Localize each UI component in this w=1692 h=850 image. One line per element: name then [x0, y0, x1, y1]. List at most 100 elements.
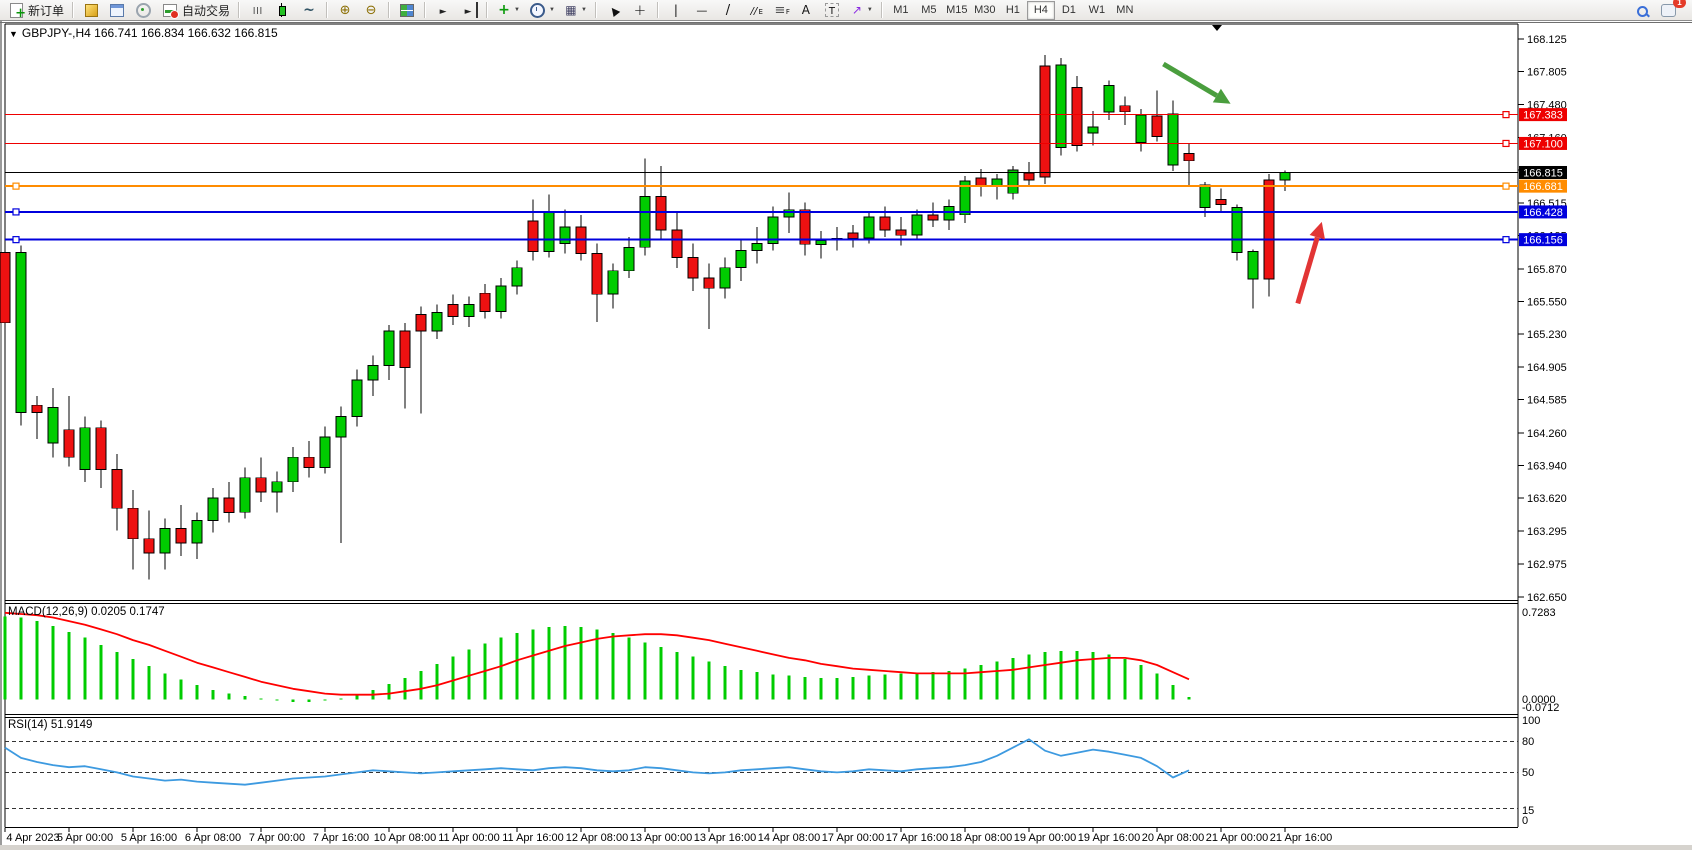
- grid-green-icon: [400, 4, 414, 17]
- svg-text:50: 50: [1522, 767, 1534, 779]
- data-window-button[interactable]: [105, 0, 129, 20]
- line-icon: [301, 2, 317, 18]
- svg-text:6 Apr 08:00: 6 Apr 08:00: [185, 832, 241, 844]
- svg-text:5 Apr 16:00: 5 Apr 16:00: [121, 832, 177, 844]
- svg-text:163.940: 163.940: [1527, 460, 1567, 472]
- line-chart-button[interactable]: [297, 0, 321, 20]
- notification-badge: 1: [1673, 0, 1686, 8]
- toolbar-separator: [72, 2, 74, 18]
- line-handle[interactable]: [13, 209, 19, 215]
- trendline-button[interactable]: [716, 0, 740, 20]
- line-handle[interactable]: [13, 237, 19, 243]
- cube-gold-icon: [85, 4, 98, 17]
- new-order-button[interactable]: 新订单: [5, 0, 67, 20]
- line-handle[interactable]: [1503, 140, 1509, 146]
- line-handle[interactable]: [1503, 183, 1509, 189]
- scroll-right-icon: [435, 2, 451, 18]
- bid-price-line[interactable]: 166.815: [5, 166, 1567, 180]
- fibonacci-icon: [772, 2, 788, 18]
- chevron-down-icon[interactable]: ▼: [867, 7, 873, 13]
- timeframe-m1-button[interactable]: M1: [887, 1, 915, 20]
- search-button[interactable]: [1630, 1, 1654, 21]
- symbol-dropdown-icon[interactable]: ▼: [9, 29, 18, 39]
- bar-chart-button[interactable]: [245, 0, 269, 20]
- macd-panel[interactable]: 0.72830.0000-0.0712: [4, 607, 1560, 714]
- chart-canvas[interactable]: 168.125167.805167.480167.160166.840166.5…: [0, 0, 1692, 850]
- arrows-button[interactable]: ▼: [846, 0, 876, 20]
- text-t-icon: [825, 3, 839, 17]
- svg-text:163.620: 163.620: [1527, 493, 1567, 505]
- time-axis[interactable]: 4 Apr 20235 Apr 00:005 Apr 16:006 Apr 08…: [5, 828, 1332, 845]
- svg-text:7 Apr 16:00: 7 Apr 16:00: [313, 832, 369, 844]
- svg-text:162.975: 162.975: [1527, 559, 1567, 571]
- rsi-indicator-label: RSI(14) 51.9149: [8, 719, 92, 731]
- chevron-down-icon[interactable]: ▼: [549, 7, 555, 13]
- auto-scroll-button[interactable]: [431, 0, 455, 20]
- timeframe-h4-button[interactable]: H4: [1027, 1, 1055, 20]
- timeframe-m15-button[interactable]: M15: [943, 1, 971, 20]
- svg-text:167.100: 167.100: [1523, 138, 1563, 150]
- crosshair-icon: [632, 2, 648, 18]
- svg-text:11 Apr 00:00: 11 Apr 00:00: [438, 832, 500, 844]
- svg-text:19 Apr 00:00: 19 Apr 00:00: [1014, 832, 1076, 844]
- timeframe-m5-button[interactable]: M5: [915, 1, 943, 20]
- autotrading-button[interactable]: 自动交易: [158, 0, 233, 20]
- horizontal-line-button[interactable]: [690, 0, 714, 20]
- svg-text:11 Apr 16:00: 11 Apr 16:00: [502, 832, 564, 844]
- timeframe-w1-button[interactable]: W1: [1083, 1, 1111, 20]
- vline-icon: [668, 2, 684, 18]
- window-blue-icon: [110, 4, 124, 17]
- line-handle[interactable]: [1503, 112, 1509, 118]
- support-line-166681[interactable]: 166.681: [5, 180, 1567, 194]
- templates-button[interactable]: ▼: [560, 0, 590, 20]
- toolbar-separator: [881, 2, 883, 18]
- svg-text:0.7283: 0.7283: [1522, 607, 1556, 619]
- rsi-line: [5, 739, 1189, 784]
- crosshair-button[interactable]: [628, 0, 652, 20]
- zoom-in-button[interactable]: [333, 0, 357, 20]
- candlestick-chart-button[interactable]: [271, 0, 295, 20]
- svg-text:21 Apr 00:00: 21 Apr 00:00: [1206, 832, 1268, 844]
- timeframe-mn-button[interactable]: MN: [1111, 1, 1139, 20]
- support-line-166156[interactable]: 166.156: [5, 233, 1567, 247]
- line-handle[interactable]: [1503, 237, 1509, 243]
- text-label-button[interactable]: [820, 0, 844, 20]
- rsi-panel[interactable]: 1008050150: [5, 715, 1540, 827]
- chart-window-title: ▼GBPJPY-,H4 166.741 166.834 166.632 166.…: [9, 26, 278, 40]
- autotrading-button-label: 自动交易: [182, 2, 230, 19]
- channel-button[interactable]: [742, 0, 766, 20]
- text-a-icon: [798, 2, 814, 18]
- new-order-button-label: 新订单: [28, 2, 64, 19]
- tile-windows-button[interactable]: [395, 0, 419, 20]
- timeframe-h1-button[interactable]: H1: [999, 1, 1027, 20]
- chart-dot-red-icon: [163, 4, 177, 17]
- toolbar-separator: [238, 2, 240, 18]
- resistance-line-167383[interactable]: 167.383: [5, 108, 1567, 122]
- indicators-button[interactable]: ▼: [493, 0, 523, 20]
- market-watch-button[interactable]: [79, 0, 103, 20]
- navigator-button[interactable]: [131, 0, 156, 20]
- resistance-line-167100[interactable]: 167.100: [5, 137, 1567, 151]
- line-handle[interactable]: [13, 183, 19, 189]
- green-arrow-annotation[interactable]: [1163, 64, 1230, 104]
- svg-text:13 Apr 16:00: 13 Apr 16:00: [694, 832, 756, 844]
- text-button[interactable]: [794, 0, 818, 20]
- timeframe-m30-button[interactable]: M30: [971, 1, 999, 20]
- toolbar-separator: [486, 2, 488, 18]
- vertical-line-button[interactable]: [664, 0, 688, 20]
- red-arrow-annotation[interactable]: [1298, 222, 1325, 304]
- notifications-button[interactable]: 1: [1656, 1, 1681, 21]
- toolbar-separator: [326, 2, 328, 18]
- channel-icon: [746, 2, 762, 18]
- arrows-icon: [849, 2, 865, 18]
- chevron-down-icon[interactable]: ▼: [514, 7, 520, 13]
- fibonacci-button[interactable]: [768, 0, 792, 20]
- timeframe-d1-button[interactable]: D1: [1055, 1, 1083, 20]
- periods-button[interactable]: ▼: [525, 0, 558, 20]
- zoom-out-button[interactable]: [359, 0, 383, 20]
- chart-shift-button[interactable]: [457, 0, 481, 20]
- chevron-down-icon[interactable]: ▼: [581, 7, 587, 13]
- toolbar-separator: [424, 2, 426, 18]
- cursor-button[interactable]: [602, 0, 626, 20]
- svg-text:164.585: 164.585: [1527, 395, 1567, 407]
